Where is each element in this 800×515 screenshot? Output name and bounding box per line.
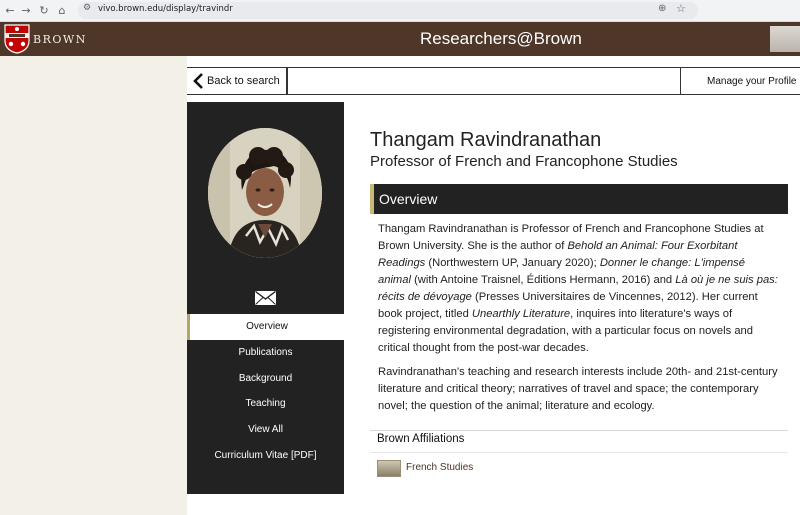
profile-nav-strip: Back to search Manage your Profile (187, 67, 800, 95)
manage-profile-link[interactable]: Manage your Profile (680, 68, 800, 94)
divider (370, 430, 788, 431)
zoom-icon[interactable]: ⊕ (658, 3, 666, 14)
overview-text: (Northwestern UP, January 2020); (425, 257, 600, 269)
brown-shield-icon[interactable] (4, 24, 30, 54)
overview-paragraph-2: Ravindranathan's teaching and research i… (378, 366, 778, 412)
back-to-search-label: Back to search (207, 75, 280, 87)
logo-text[interactable]: BROWN (33, 33, 87, 46)
overview-text: (with Antoine Traisnel, Éditions Hermann… (410, 274, 676, 286)
page-margin (0, 56, 187, 515)
back-arrow-icon[interactable]: ← (2, 3, 18, 19)
home-icon[interactable]: ⌂ (54, 3, 70, 19)
bookmark-star-icon[interactable]: ☆ (676, 2, 686, 15)
forward-arrow-icon[interactable]: → (18, 3, 34, 19)
sidebar-item-view-all[interactable]: View All (187, 417, 344, 443)
overview-heading: Overview (379, 191, 438, 207)
profile-sidebar: Overview Publications Background Teachin… (187, 102, 344, 494)
header-image (770, 26, 800, 52)
affiliations-heading: Brown Affiliations (377, 433, 465, 445)
overview-section-header: Overview (370, 184, 788, 214)
back-to-search-link[interactable]: Back to search (187, 68, 288, 94)
envelope-icon[interactable] (255, 291, 276, 305)
sidebar-item-publications[interactable]: Publications (187, 340, 344, 366)
site-title[interactable]: Researchers@Brown (420, 29, 582, 49)
person-name: Thangam Ravindranathan (370, 129, 602, 151)
address-bar[interactable]: ⚙ vivo.brown.edu/display/travindr (78, 2, 698, 19)
manage-profile-label: Manage your Profile (707, 76, 797, 87)
overview-paragraph-1: Thangam Ravindranathan is Professor of F… (378, 221, 778, 357)
sidebar-item-background[interactable]: Background (187, 366, 344, 392)
book-title: Unearthly Literature (471, 308, 571, 320)
affiliation-thumbnail[interactable] (377, 460, 401, 477)
reload-icon[interactable]: ↻ (36, 3, 52, 19)
profile-section-nav: Overview Publications Background Teachin… (187, 314, 344, 469)
divider (370, 452, 788, 453)
sidebar-item-curriculum-vitae[interactable]: Curriculum Vitae [PDF] (187, 443, 344, 469)
browser-toolbar: ← → ↻ ⌂ ⚙ vivo.brown.edu/display/travind… (0, 0, 800, 22)
sidebar-item-teaching[interactable]: Teaching (187, 391, 344, 417)
site-info-icon[interactable]: ⚙ (83, 3, 91, 13)
url-text[interactable]: vivo.brown.edu/display/travindr (98, 4, 233, 14)
chevron-left-icon (193, 73, 203, 89)
sidebar-item-overview[interactable]: Overview (187, 314, 344, 340)
profile-photo (208, 128, 322, 258)
affiliation-link-french-studies[interactable]: French Studies (406, 462, 473, 473)
person-title: Professor of French and Francophone Stud… (370, 153, 678, 170)
site-header: BROWN Researchers@Brown (0, 22, 800, 56)
